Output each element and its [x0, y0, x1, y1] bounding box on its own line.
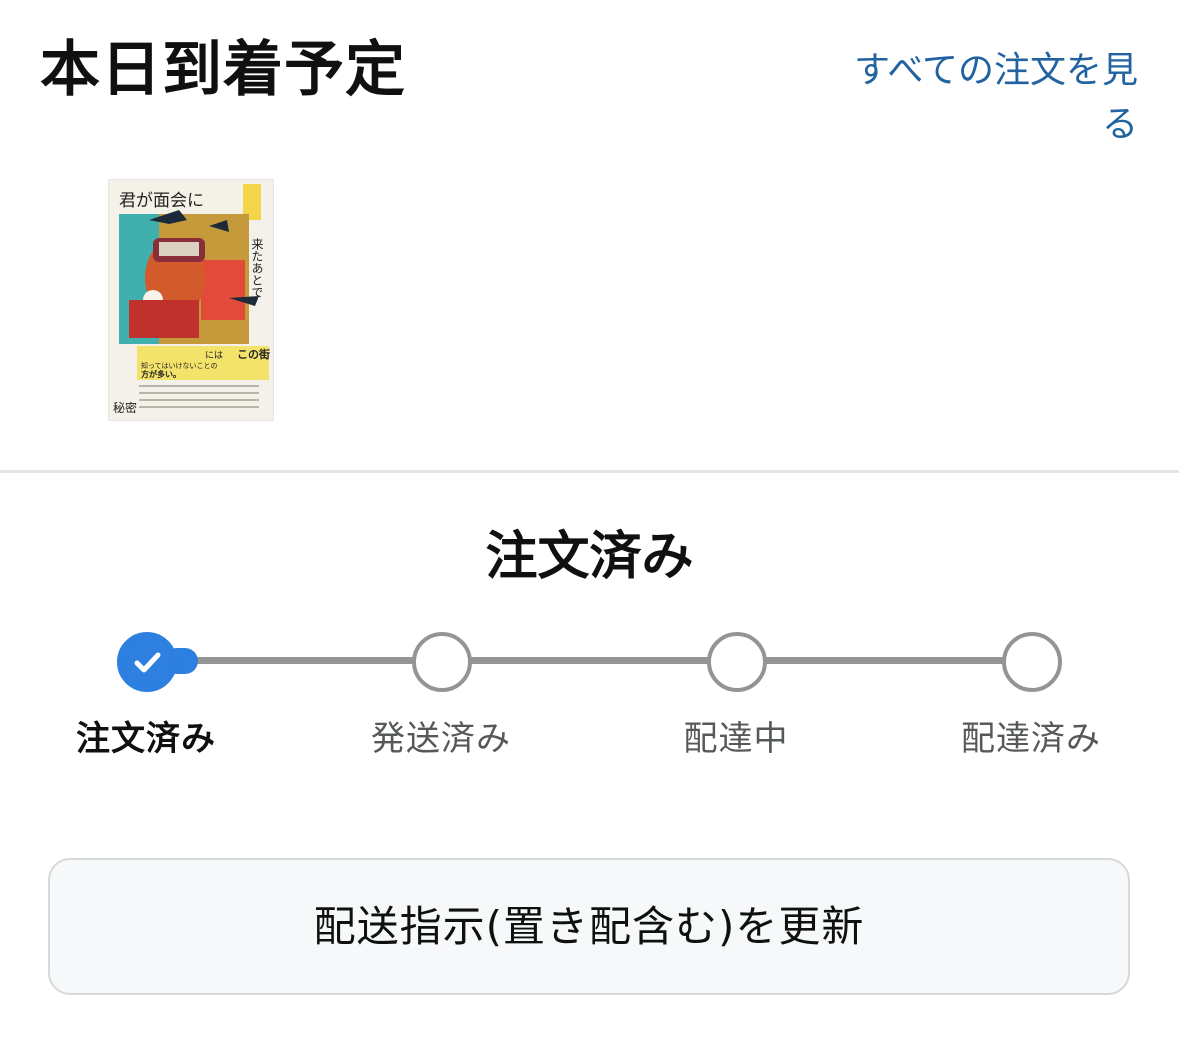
step-node-shipped	[412, 632, 472, 692]
step-label-shipped: 発送済み	[371, 719, 511, 759]
order-tracking-page: 本日到着予定 すべての注文を見る 君が面会に 来たあとで この街 には 知っては…	[0, 0, 1179, 1037]
step-label-out-for-delivery: 配達中	[683, 719, 789, 759]
update-delivery-instructions-button[interactable]: 配送指示(置き配含む)を更新	[48, 858, 1130, 995]
step-label-delivered: 配達済み	[961, 719, 1101, 759]
step-node-delivered	[1002, 632, 1062, 692]
step-node-ordered	[117, 632, 177, 692]
current-status-heading: 注文済み	[485, 527, 694, 587]
cover-author: 秘密	[113, 400, 137, 415]
page-title: 本日到着予定	[40, 35, 406, 105]
check-icon	[134, 652, 161, 673]
step-node-out-for-delivery	[707, 632, 767, 692]
product-image[interactable]: 君が面会に 来たあとで この街 には 知ってはいけないことの 方が多い。 秘密	[109, 180, 273, 420]
cover-tagline-4: 方が多い。	[141, 369, 181, 379]
cover-top-title: 君が面会に	[119, 191, 204, 211]
cover-tagline-1: この街	[237, 347, 270, 361]
progress-tracker	[0, 620, 1179, 700]
book-cover-art: 君が面会に 来たあとで この街 には 知ってはいけないことの 方が多い。 秘密	[109, 180, 273, 420]
cover-tagline-3: 知ってはいけないことの	[141, 361, 217, 370]
cover-side-title: 来たあとで	[250, 238, 264, 298]
progress-track-line	[146, 657, 1032, 664]
all-orders-link[interactable]: すべての注文を見る	[820, 44, 1138, 152]
step-label-ordered: 注文済み	[76, 719, 216, 759]
section-divider	[0, 470, 1179, 473]
cover-tagline-2: には	[205, 350, 223, 361]
